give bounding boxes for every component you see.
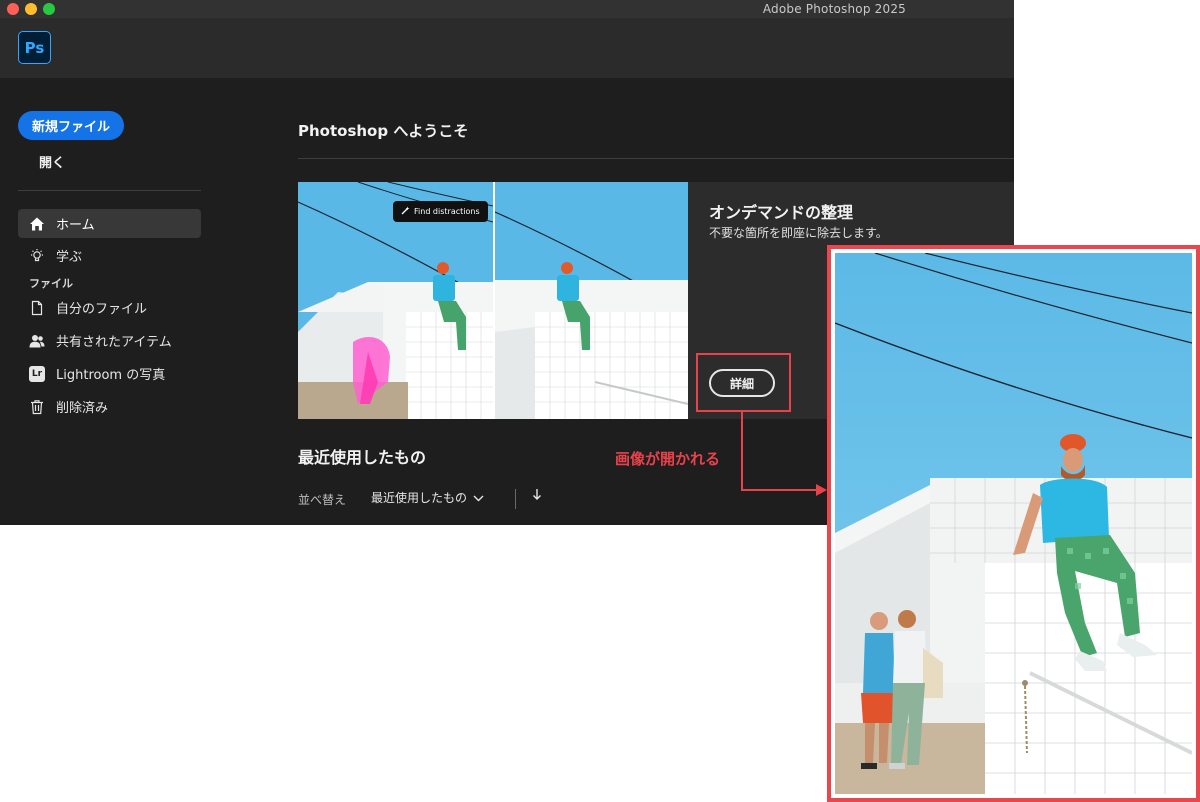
lightroom-icon: Lr: [28, 365, 46, 383]
sidebar-item-label: Lightroom の写真: [56, 368, 166, 383]
photoshop-logo: Ps: [18, 31, 51, 64]
sidebar-section-files: ファイル: [29, 277, 73, 290]
main-divider: [298, 158, 1014, 159]
sidebar-item-label: 学ぶ: [56, 250, 83, 265]
shared-user-icon: [28, 332, 46, 350]
find-distractions-chip[interactable]: Find distractions: [393, 201, 488, 222]
sidebar-item-shared[interactable]: 共有されたアイテム: [18, 326, 201, 355]
arrow-down-icon[interactable]: [532, 488, 542, 505]
app-header: Ps: [0, 18, 1014, 78]
page-title: Photoshop へようこそ: [298, 122, 469, 140]
sidebar-item-label: 削除済み: [56, 401, 109, 416]
screenshot-stage: Adobe Photoshop 2025 Ps 新規ファイル 開く ホーム 学ぶ…: [0, 0, 1200, 802]
find-distractions-label: Find distractions: [414, 207, 480, 216]
sort-label: 並べ替え: [298, 493, 347, 507]
lightbulb-icon: [28, 247, 46, 265]
annotation-label: 画像が開かれる: [615, 450, 721, 468]
sidebar-item-deleted[interactable]: 削除済み: [18, 392, 201, 421]
new-file-button[interactable]: 新規ファイル: [18, 111, 124, 140]
sidebar-item-label: ホーム: [56, 218, 95, 233]
promo-title: オンデマンドの整理: [709, 203, 854, 222]
trash-icon: [28, 398, 46, 416]
sidebar-item-learn[interactable]: 学ぶ: [18, 241, 201, 270]
promo-image-before: Find distractions: [298, 182, 493, 419]
home-icon: [28, 215, 46, 233]
sidebar-item-label: 自分のファイル: [56, 302, 148, 317]
annotation-arrow-horizontal: [741, 489, 817, 491]
lightroom-badge: Lr: [29, 365, 45, 382]
annotation-arrow-head: [816, 484, 827, 496]
details-highlight-box: [696, 353, 791, 412]
opened-image-frame: [827, 245, 1200, 802]
window-title: Adobe Photoshop 2025: [762, 2, 906, 16]
opened-image: [835, 253, 1192, 794]
promo-image-after: [495, 182, 688, 419]
sidebar-item-label: 共有されたアイテム: [56, 335, 172, 350]
sort-dropdown-value: 最近使用したもの: [371, 491, 468, 505]
open-link[interactable]: 開く: [39, 152, 65, 171]
chevron-down-icon: [473, 491, 484, 505]
sort-divider: [515, 489, 516, 509]
zoom-window-button[interactable]: [43, 3, 55, 15]
sidebar-item-lightroom[interactable]: Lr Lightroom の写真: [18, 359, 201, 388]
sidebar-item-home[interactable]: ホーム: [18, 209, 201, 238]
close-window-button[interactable]: [7, 3, 19, 15]
minimize-window-button[interactable]: [25, 3, 37, 15]
magic-wand-icon: [401, 206, 410, 217]
sidebar-item-my-files[interactable]: 自分のファイル: [18, 293, 201, 322]
promo-description: 不要な箇所を即座に除去します。: [709, 226, 888, 240]
sidebar-divider: [18, 190, 201, 191]
annotation-arrow-vertical: [741, 412, 743, 490]
document-icon: [28, 299, 46, 317]
sort-dropdown[interactable]: 最近使用したもの: [371, 489, 484, 506]
title-bar: Adobe Photoshop 2025: [0, 0, 1014, 18]
recent-section-title: 最近使用したもの: [298, 448, 427, 467]
